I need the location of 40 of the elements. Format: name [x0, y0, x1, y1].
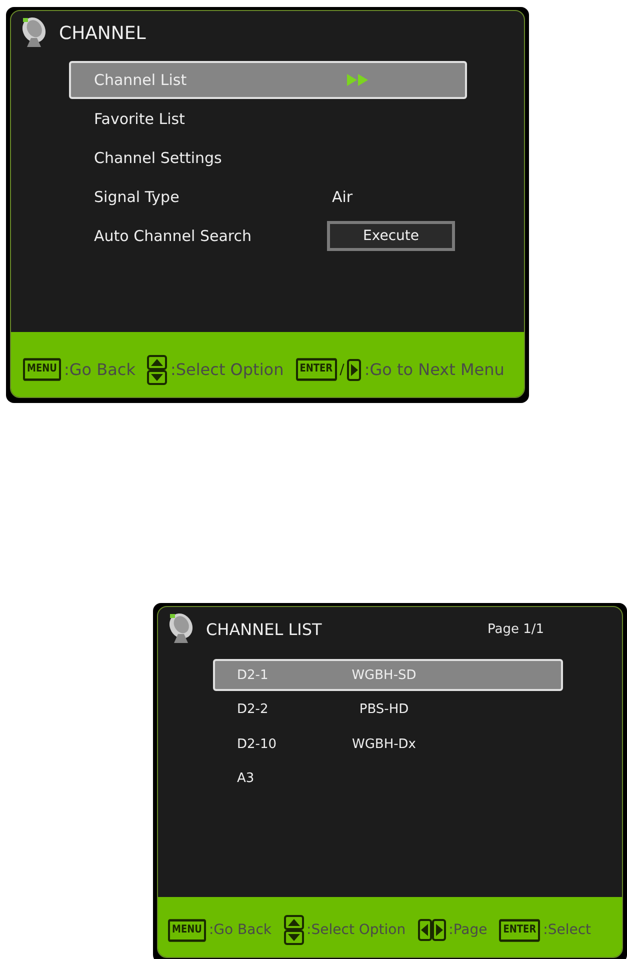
channel-row[interactable]: A3: [213, 762, 563, 794]
hint-text: :Select: [543, 922, 592, 938]
hint-text: :Go to Next Menu: [364, 360, 504, 379]
menu-item[interactable]: Channel Settings: [69, 139, 467, 177]
channel-number: D2-2: [237, 702, 270, 717]
menu-item-label: Signal Type: [94, 188, 180, 206]
key-icon: MENU: [168, 918, 206, 942]
hint-text: :Go Back: [208, 922, 272, 938]
channel-row[interactable]: D2-2 PBS-HD: [213, 694, 563, 726]
key-icon: ENTER: [499, 918, 540, 942]
menu-item-label: Favorite List: [94, 110, 186, 128]
double-arrow-icon: [347, 74, 369, 86]
menu-item[interactable]: Signal Type Air: [69, 178, 467, 216]
hint-text: :Page: [448, 922, 488, 938]
menu-item-label: Channel List: [94, 71, 188, 89]
hint-text: :Go Back: [64, 360, 136, 379]
option-value: Air: [332, 188, 353, 206]
channel-number: D2-10: [237, 736, 278, 752]
page-indicator: Page 1/1: [487, 622, 544, 636]
channel-name: WGBH-Dx: [350, 736, 418, 752]
left-right-arrows-icon: [418, 919, 446, 941]
menu-item[interactable]: Auto Channel Search Execute: [69, 217, 467, 255]
channel-number: D2-1: [237, 668, 270, 682]
hint-text: :Select Option: [170, 360, 284, 379]
channel-row[interactable]: D2-10 WGBH-Dx: [213, 728, 563, 760]
menu-title: CHANNEL: [59, 22, 146, 44]
up-down-arrows-icon: [284, 915, 304, 945]
channel-name: PBS-HD: [358, 702, 410, 717]
menu-item-label: Auto Channel Search: [94, 227, 252, 245]
menu-title: CHANNEL LIST: [206, 620, 322, 638]
key-icon: MENU: [23, 358, 61, 381]
key-icon: ENTER: [296, 358, 337, 381]
menu-item[interactable]: Favorite List: [69, 100, 467, 138]
up-down-arrows-icon: [147, 354, 168, 384]
channel-name: WGBH-SD: [350, 668, 418, 682]
channel-number: A3: [237, 771, 256, 786]
separator: /: [340, 362, 344, 378]
menu-item-label: Channel Settings: [94, 149, 223, 167]
hint-text: :Select Option: [306, 922, 406, 938]
execute-button[interactable]: Execute: [327, 221, 455, 251]
